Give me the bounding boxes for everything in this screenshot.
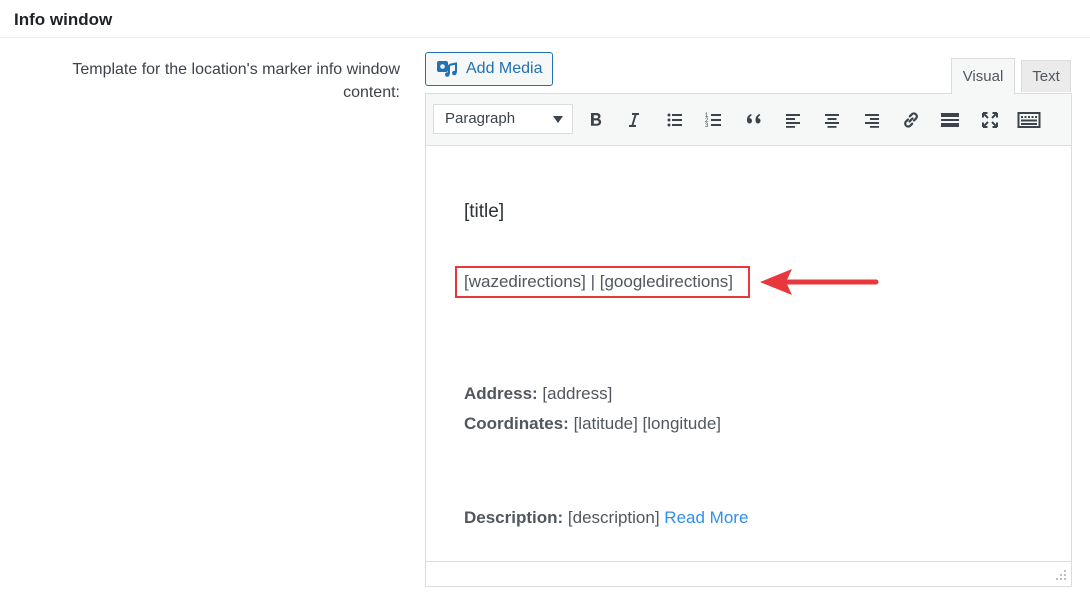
read-more-link[interactable]: Read More [664, 508, 748, 527]
align-left-icon[interactable] [778, 105, 808, 135]
add-media-label: Add Media [466, 60, 543, 77]
annotation-arrow-icon [758, 266, 884, 303]
bullet-list-icon[interactable] [660, 105, 690, 135]
description-label: Description: [464, 508, 564, 527]
align-right-icon[interactable] [857, 105, 887, 135]
field-label: Template for the location's marker info … [72, 61, 400, 101]
content-coordinates-line: Coordinates: [latitude] [longitude] [464, 414, 721, 434]
italic-icon[interactable] [619, 105, 649, 135]
section-divider [0, 37, 1090, 38]
svg-text:3: 3 [705, 123, 709, 129]
format-select[interactable]: Paragraph [433, 104, 573, 134]
editor: Paragraph 123 [title] [wazedirections] |… [425, 93, 1072, 587]
numbered-list-icon[interactable]: 123 [699, 105, 729, 135]
align-center-icon[interactable] [817, 105, 847, 135]
add-media-button[interactable]: Add Media [425, 52, 553, 86]
description-value: [description] [563, 508, 665, 527]
content-title: [title] [464, 201, 505, 222]
editor-statusbar [426, 561, 1071, 562]
link-icon[interactable] [896, 105, 926, 135]
media-icon [436, 59, 458, 79]
bold-icon[interactable] [581, 105, 611, 135]
format-select-value: Paragraph [445, 110, 516, 127]
blockquote-icon[interactable] [739, 105, 769, 135]
coordinates-value: [latitude] [longitude] [568, 414, 722, 433]
tab-visual[interactable]: Visual [951, 58, 1015, 94]
tab-text[interactable]: Text [1021, 60, 1071, 92]
toolbar-toggle-icon[interactable] [1014, 105, 1044, 135]
content-description-line: Description: [description] Read More [464, 508, 748, 528]
read-more-tag-icon[interactable] [935, 105, 965, 135]
address-label: Address: [464, 384, 538, 403]
chevron-down-icon [553, 116, 563, 123]
section-title: Info window [14, 10, 113, 29]
fullscreen-icon[interactable] [975, 105, 1005, 135]
editor-toolbar: Paragraph 123 [426, 94, 1071, 146]
resize-handle-icon[interactable] [1054, 568, 1068, 587]
content-address-line: Address: [address] [464, 384, 612, 404]
address-value: [address] [537, 384, 613, 403]
coordinates-label: Coordinates: [464, 414, 569, 433]
annotation-highlight-box [455, 266, 750, 298]
